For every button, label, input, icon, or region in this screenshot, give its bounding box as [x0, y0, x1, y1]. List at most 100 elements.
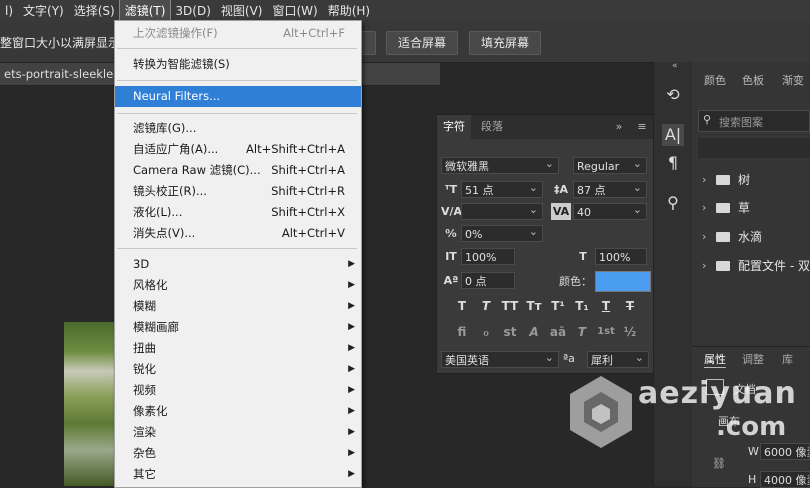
- collapse-panel-icon[interactable]: »: [609, 115, 629, 139]
- folder-name: 配置文件 - 双: [738, 259, 810, 273]
- contextual-alternates-button[interactable]: ℴ: [475, 323, 497, 341]
- ordinals-button[interactable]: 1st: [595, 323, 617, 341]
- font-style-select[interactable]: Regular: [573, 157, 647, 174]
- tab-properties[interactable]: 属性: [704, 351, 726, 368]
- menu-view[interactable]: 视图(V): [216, 0, 268, 22]
- adjust-panel-icon[interactable]: ⚲: [662, 192, 684, 214]
- antialias-select[interactable]: 犀利: [587, 351, 649, 368]
- folder-icon: [716, 175, 730, 185]
- menu-window[interactable]: 窗口(W): [267, 0, 322, 22]
- small-caps-button[interactable]: Tт: [523, 297, 545, 315]
- history-icon[interactable]: ⟲: [662, 84, 684, 106]
- horizontal-scale-field[interactable]: 100%: [595, 248, 647, 265]
- subscript-button[interactable]: T₁: [571, 297, 593, 315]
- partial-button[interactable]: [360, 31, 376, 55]
- menu-item-sharpen[interactable]: 锐化 ▶: [115, 359, 361, 380]
- menu-item-neural-filters[interactable]: Neural Filters...: [115, 86, 361, 107]
- discretionary-ligatures-button[interactable]: st: [499, 323, 521, 341]
- menu-separator: [117, 48, 357, 49]
- text-color-swatch[interactable]: [595, 271, 651, 292]
- menu-item-video[interactable]: 视频 ▶: [115, 380, 361, 401]
- faux-italic-button[interactable]: T: [475, 297, 497, 315]
- menu-item-lens-correction[interactable]: 镜头校正(R)... Shift+Ctrl+R: [115, 181, 361, 202]
- panel-menu-icon[interactable]: ≡: [633, 115, 651, 139]
- menu-item-noise[interactable]: 杂色 ▶: [115, 443, 361, 464]
- swash-button[interactable]: A: [523, 323, 545, 341]
- tab-color[interactable]: 颜色: [704, 72, 726, 88]
- menu-item-convert-smart-filter[interactable]: 转换为智能滤镜(S): [115, 54, 361, 75]
- faux-bold-button[interactable]: T: [451, 297, 473, 315]
- chevron-right-icon[interactable]: ›: [702, 252, 706, 280]
- tracking-icon: VA: [551, 203, 571, 220]
- menu-type[interactable]: 文字(Y): [18, 0, 69, 22]
- baseline-shift-field[interactable]: 0 点: [461, 272, 515, 289]
- menu-item-camera-raw[interactable]: Camera Raw 滤镜(C)... Shift+Ctrl+A: [115, 160, 361, 181]
- fill-screen-button[interactable]: 填充屏幕: [469, 31, 541, 55]
- titling-alternates-button[interactable]: T: [571, 323, 593, 341]
- link-icon[interactable]: ⛓: [712, 457, 726, 470]
- collapse-icon[interactable]: «: [672, 61, 678, 71]
- folder-name: 树: [738, 173, 751, 187]
- font-size-icon: ᵀT: [444, 183, 458, 196]
- menu-item-blur[interactable]: 模糊 ▶: [115, 296, 361, 317]
- font-family-select[interactable]: 微软雅黑: [441, 157, 559, 174]
- menu-item-pixelate[interactable]: 像素化 ▶: [115, 401, 361, 422]
- menu-item-render[interactable]: 渲染 ▶: [115, 422, 361, 443]
- superscript-button[interactable]: T¹: [547, 297, 569, 315]
- vertical-scale-field[interactable]: 100%: [461, 248, 515, 265]
- leading-field[interactable]: 87 点: [573, 181, 647, 198]
- language-select[interactable]: 美国英语: [441, 351, 559, 368]
- tsume-field[interactable]: 0%: [461, 225, 543, 242]
- tab-adjustments[interactable]: 调整: [742, 351, 764, 367]
- folder-row[interactable]: › 草: [692, 194, 810, 222]
- menu-item-distort[interactable]: 扭曲 ▶: [115, 338, 361, 359]
- character-panel-icon[interactable]: A|: [662, 124, 684, 146]
- all-caps-button[interactable]: TT: [499, 297, 521, 315]
- strikethrough-button[interactable]: T: [619, 297, 641, 315]
- watermark-domain: .com: [716, 412, 787, 442]
- menu-filter[interactable]: 滤镜(T): [118, 0, 172, 23]
- menu-3d[interactable]: 3D(D): [170, 0, 215, 22]
- stylistic-alternates-button[interactable]: aā: [547, 323, 569, 341]
- menu-item-3d[interactable]: 3D ▶: [115, 254, 361, 275]
- menu-help[interactable]: 帮助(H): [323, 0, 375, 22]
- menu-item-adaptive-wide-angle[interactable]: 自适应广角(A)... Alt+Shift+Ctrl+A: [115, 139, 361, 160]
- menu-select[interactable]: 选择(S): [69, 0, 120, 22]
- folder-row[interactable]: › 水滴: [692, 223, 810, 251]
- tab-gradient[interactable]: 渐变: [782, 72, 804, 88]
- submenu-arrow-icon: ▶: [348, 406, 355, 416]
- ligature-button[interactable]: ﬁ: [451, 323, 473, 341]
- search-bar-2[interactable]: [698, 138, 810, 158]
- folder-row[interactable]: › 配置文件 - 双: [692, 252, 810, 280]
- watermark: aeziyuan .com: [566, 372, 806, 452]
- tab-swatches[interactable]: 色板: [742, 72, 764, 88]
- menu-item-stylize[interactable]: 风格化 ▶: [115, 275, 361, 296]
- pattern-search[interactable]: ⚲ 搜索图案: [698, 110, 810, 132]
- chevron-right-icon[interactable]: ›: [702, 223, 706, 251]
- tracking-field[interactable]: 40: [573, 203, 647, 220]
- menu-item-vanishing-point[interactable]: 消失点(V)... Alt+Ctrl+V: [115, 223, 361, 244]
- underline-button[interactable]: T: [595, 297, 617, 315]
- tab-paragraph[interactable]: 段落: [475, 115, 509, 139]
- folder-row[interactable]: › 树: [692, 166, 810, 194]
- chevron-right-icon[interactable]: ›: [702, 166, 706, 194]
- chevron-right-icon[interactable]: ›: [702, 194, 706, 222]
- fractions-button[interactable]: ½: [619, 323, 641, 341]
- tab-libraries[interactable]: 库: [782, 351, 793, 367]
- paragraph-panel-icon[interactable]: ¶: [662, 152, 684, 174]
- menu-item-filter-gallery[interactable]: 滤镜库(G)...: [115, 118, 361, 139]
- menu-item-other[interactable]: 其它 ▶: [115, 464, 361, 485]
- color-label: 颜色：: [559, 275, 592, 288]
- vertical-scale-icon: IT: [445, 250, 457, 263]
- resize-window-option[interactable]: 整窗口大小以满屏显示: [0, 34, 120, 51]
- fit-screen-button[interactable]: 适合屏幕: [386, 31, 458, 55]
- tab-character[interactable]: 字符: [437, 115, 471, 139]
- menu-partial[interactable]: l): [0, 0, 18, 22]
- kerning-field[interactable]: [461, 203, 543, 220]
- scale-icon: ⁰⁄₀: [445, 227, 457, 240]
- menu-item-blur-gallery[interactable]: 模糊画廊 ▶: [115, 317, 361, 338]
- font-size-field[interactable]: 51 点: [461, 181, 543, 198]
- menu-item-liquify[interactable]: 液化(L)... Shift+Ctrl+X: [115, 202, 361, 223]
- menu-item-last-filter[interactable]: 上次滤镜操作(F) Alt+Ctrl+F: [115, 23, 361, 44]
- height-field[interactable]: 4000 像素: [760, 471, 810, 488]
